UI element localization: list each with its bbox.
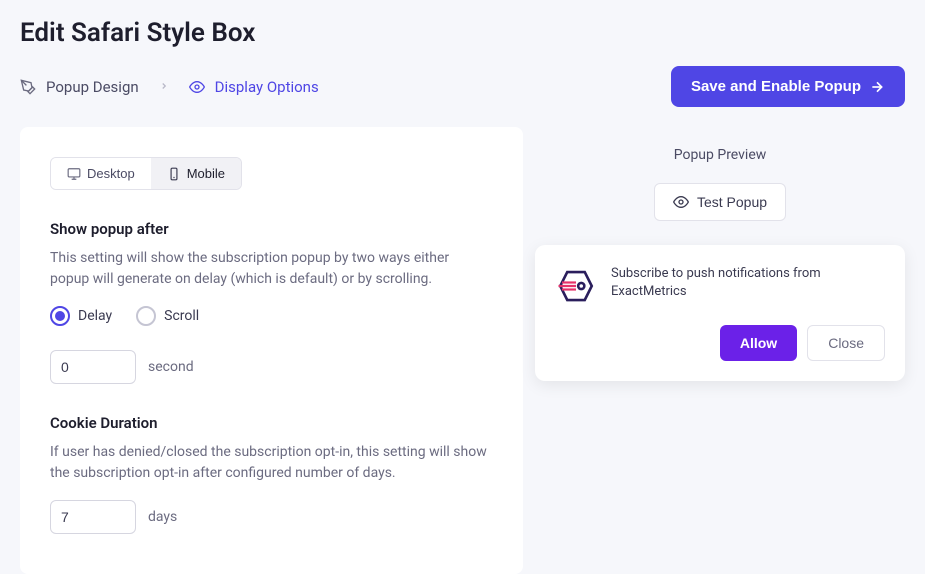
test-popup-label: Test Popup bbox=[697, 194, 767, 210]
radio-scroll-label: Scroll bbox=[164, 308, 199, 324]
tab-desktop-label: Desktop bbox=[87, 166, 135, 181]
delay-input[interactable] bbox=[50, 350, 136, 384]
tab-desktop[interactable]: Desktop bbox=[51, 158, 151, 189]
cookie-desc: If user has denied/closed the subscripti… bbox=[50, 442, 490, 484]
save-button-label: Save and Enable Popup bbox=[691, 78, 861, 95]
cookie-input[interactable] bbox=[50, 500, 136, 534]
tab-mobile-label: Mobile bbox=[187, 166, 225, 181]
design-icon bbox=[20, 79, 36, 95]
radio-scroll[interactable]: Scroll bbox=[136, 306, 199, 326]
breadcrumb-design-label: Popup Design bbox=[46, 78, 139, 96]
radio-scroll-circle bbox=[136, 306, 156, 326]
test-popup-button[interactable]: Test Popup bbox=[654, 183, 786, 221]
device-tab-group: Desktop Mobile bbox=[50, 157, 242, 190]
header-row: Popup Design Display Options Save and En… bbox=[0, 56, 925, 127]
brand-icon bbox=[555, 265, 597, 307]
breadcrumb: Popup Design Display Options bbox=[20, 78, 319, 96]
page-title: Edit Safari Style Box bbox=[0, 0, 925, 56]
trigger-radio-group: Delay Scroll bbox=[50, 306, 493, 326]
breadcrumb-display-label: Display Options bbox=[215, 78, 319, 96]
radio-delay[interactable]: Delay bbox=[50, 306, 112, 326]
mobile-icon bbox=[167, 167, 181, 181]
close-button[interactable]: Close bbox=[807, 325, 885, 361]
eye-icon bbox=[673, 194, 689, 210]
breadcrumb-popup-design[interactable]: Popup Design bbox=[20, 78, 139, 96]
preview-title: Popup Preview bbox=[535, 147, 905, 163]
cookie-unit: days bbox=[148, 509, 177, 525]
settings-panel: Desktop Mobile Show popup after This set… bbox=[20, 127, 523, 574]
radio-delay-label: Delay bbox=[78, 308, 112, 324]
show-popup-title: Show popup after bbox=[50, 220, 493, 238]
radio-delay-circle bbox=[50, 306, 70, 326]
delay-unit: second bbox=[148, 359, 194, 375]
desktop-icon bbox=[67, 167, 81, 181]
tab-mobile[interactable]: Mobile bbox=[151, 158, 241, 189]
allow-button[interactable]: Allow bbox=[720, 325, 797, 361]
chevron-right-icon bbox=[159, 79, 169, 95]
arrow-right-icon bbox=[869, 79, 885, 95]
show-popup-desc: This setting will show the subscription … bbox=[50, 248, 490, 290]
save-enable-button[interactable]: Save and Enable Popup bbox=[671, 66, 905, 107]
cookie-title: Cookie Duration bbox=[50, 414, 493, 432]
popup-preview-card: Subscribe to push notifications from Exa… bbox=[535, 245, 905, 381]
preview-panel: Popup Preview Test Popup bbox=[535, 127, 905, 574]
popup-message: Subscribe to push notifications from Exa… bbox=[611, 265, 885, 301]
breadcrumb-display-options[interactable]: Display Options bbox=[189, 78, 319, 96]
eye-icon bbox=[189, 79, 205, 95]
